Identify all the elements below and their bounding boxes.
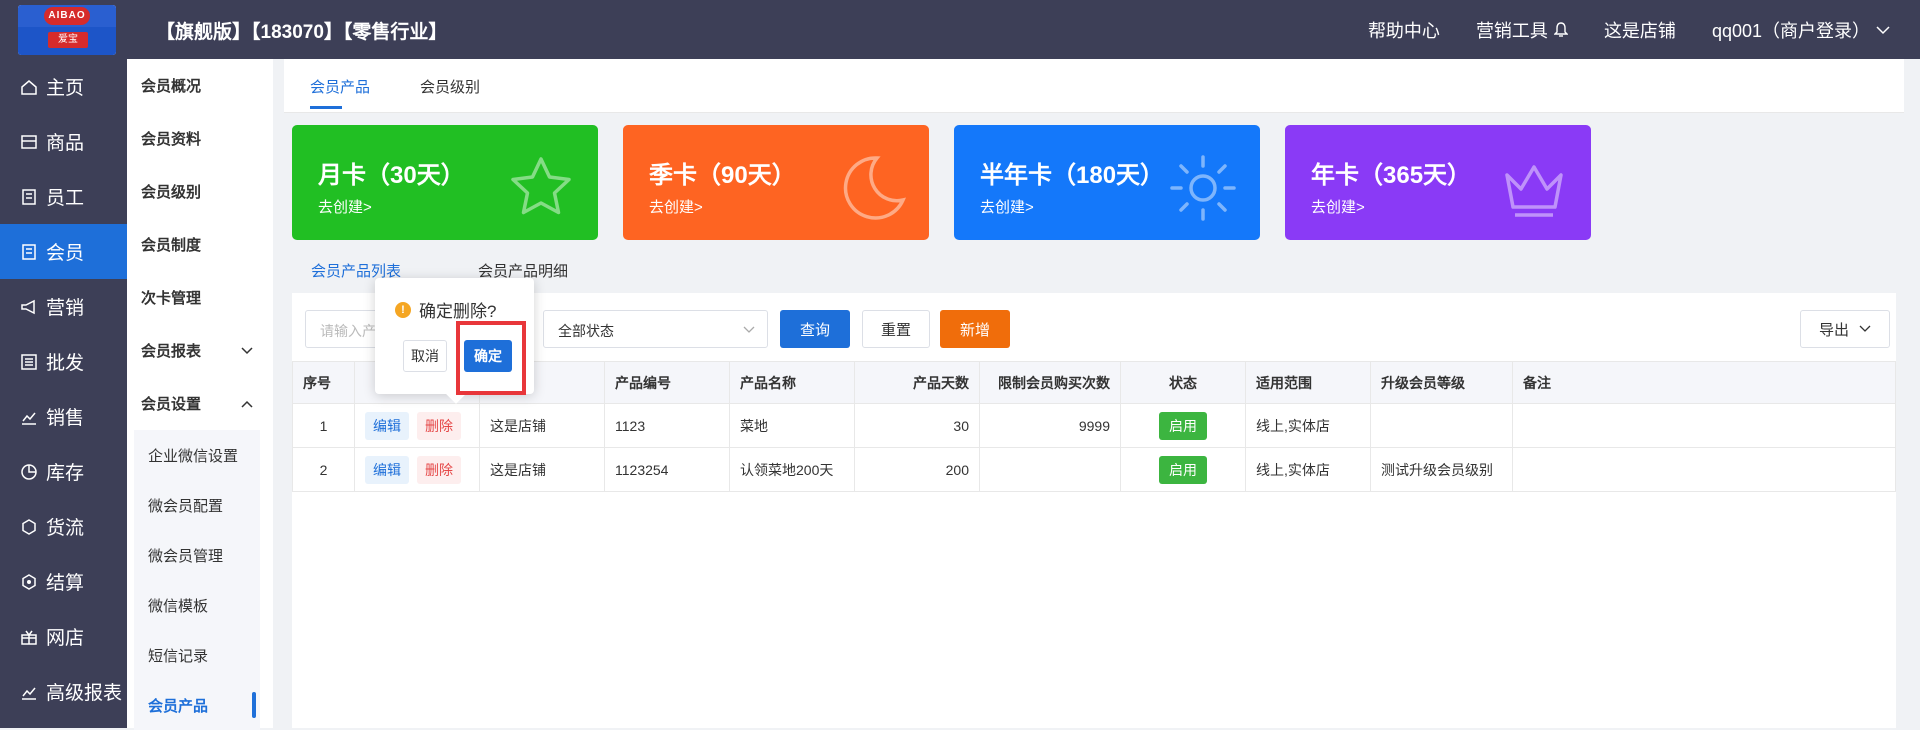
goods-icon (21, 134, 37, 149)
subnav-member-overview[interactable]: 会员概况 (127, 59, 273, 112)
sidebar-item-label: 网店 (46, 628, 85, 649)
table-row: 2 编辑 删除 这是店铺 1123254 认领菜地200天 200 启用 线上,实… (292, 447, 1896, 492)
tab-member-products[interactable]: 会员产品 (310, 76, 370, 97)
subnav-member-level[interactable]: 会员级别 (127, 165, 273, 218)
query-button[interactable]: 查询 (780, 310, 850, 348)
subnav-member-system[interactable]: 会员制度 (127, 218, 273, 271)
member-icon (22, 243, 36, 260)
sidebar-item-6[interactable]: 销售 (0, 389, 127, 444)
edit-button[interactable]: 编辑 (365, 455, 409, 484)
wholesale-icon (21, 353, 37, 370)
chevron-down-icon (1859, 325, 1871, 332)
sidebar-item-9[interactable]: 结算 (0, 554, 127, 609)
sidebar-item-label: 货流 (46, 518, 85, 539)
sun-icon (1170, 155, 1236, 221)
sidebar-item-label: 会员 (46, 243, 85, 264)
sidebar-item-8[interactable]: 货流 (0, 499, 127, 554)
sidebar-item-1[interactable]: 商品 (0, 114, 127, 169)
sidebar-item-11[interactable]: 高级报表 (0, 664, 127, 719)
sidebar-item-label: 高级报表 (46, 683, 123, 704)
sidebar-item-2[interactable]: 员工 (0, 169, 127, 224)
report-icon (22, 687, 36, 700)
staff-icon (22, 188, 36, 205)
sidebar-item-label: 员工 (46, 188, 85, 209)
tab-bar: 会员产品 会员级别 (284, 59, 1904, 113)
home-icon (21, 79, 37, 95)
delete-button[interactable]: 删除 (417, 455, 461, 484)
subnav-wechat-template[interactable]: 微信模板 (134, 580, 260, 630)
sidebar-item-label: 销售 (46, 408, 85, 429)
flow-icon (22, 518, 36, 535)
sidebar-item-label: 商品 (46, 133, 85, 154)
moon-icon (843, 156, 907, 220)
marketing-tools-link[interactable]: 营销工具 (1476, 17, 1568, 43)
stock-icon (21, 463, 37, 480)
delete-button[interactable]: 删除 (417, 411, 461, 440)
popconfirm-question: 确定删除? (419, 302, 497, 321)
card-quarterly[interactable]: 季卡（90天） 去创建> (623, 125, 929, 240)
subnav-member-settings[interactable]: 会员设置 (127, 377, 273, 430)
card-yearly[interactable]: 年卡（365天） 去创建> (1285, 125, 1591, 240)
active-tab-indicator (310, 106, 342, 109)
shop-title: 【旗舰版】【183070】【零售行业】 (156, 22, 448, 43)
sidebar-item-label: 批发 (46, 353, 85, 374)
sidebar-item-label: 营销 (46, 298, 85, 319)
sidebar-item-5[interactable]: 批发 (0, 334, 127, 389)
sidebar-item-7[interactable]: 库存 (0, 444, 127, 499)
chart-icon (22, 412, 36, 425)
status-badge: 启用 (1159, 455, 1207, 484)
subnav-punch-card[interactable]: 次卡管理 (127, 271, 273, 324)
sidebar-item-label: 主页 (46, 78, 85, 99)
table-row: 1 编辑 删除 这是店铺 1123 菜地 30 9999 启用 线上,实体店 (292, 403, 1896, 448)
sidebar-item-label: 库存 (46, 463, 85, 484)
card-monthly[interactable]: 月卡（30天） 去创建> (292, 125, 598, 240)
sidebar-item-0[interactable]: 主页 (0, 59, 127, 114)
subnav-micro-member-config[interactable]: 微会员配置 (134, 480, 260, 530)
add-button[interactable]: 新增 (940, 310, 1010, 348)
bell-icon[interactable] (1553, 22, 1568, 38)
aibao-logo[interactable]: AIBAO 爱宝 (18, 5, 116, 55)
subnav-member-products[interactable]: 会员产品 (134, 680, 260, 730)
chevron-down-icon (1876, 26, 1890, 35)
warning-icon: ! (395, 301, 411, 318)
edit-button[interactable]: 编辑 (365, 411, 409, 440)
megaphone-icon (21, 299, 35, 314)
sidebar-item-10[interactable]: 网店 (0, 609, 127, 664)
star-icon (511, 157, 571, 215)
main-sidebar: 主页商品员工会员营销批发销售库存货流结算网店高级报表 (0, 59, 127, 728)
settings-submenu: 企业微信设置 微会员配置 微会员管理 微信模板 短信记录 会员产品 (134, 430, 260, 730)
export-button[interactable]: 导出 (1800, 310, 1890, 348)
subnav-member-profile[interactable]: 会员资料 (127, 112, 273, 165)
subnav-wecom-settings[interactable]: 企业微信设置 (134, 430, 260, 480)
shop-name-link[interactable]: 这是店铺 (1604, 17, 1676, 43)
status-badge: 启用 (1159, 411, 1207, 440)
user-menu[interactable]: qq001（商户登录） (1712, 17, 1890, 43)
sidebar-item-3[interactable]: 会员 (0, 224, 127, 279)
reset-button[interactable]: 重置 (862, 310, 930, 348)
sidebar-item-label: 结算 (46, 573, 85, 594)
subnav-member-report[interactable]: 会员报表 (127, 324, 273, 377)
tab-member-levels[interactable]: 会员级别 (420, 76, 480, 97)
settle-icon (22, 573, 36, 590)
chevron-down-icon (241, 346, 253, 354)
help-center-link[interactable]: 帮助中心 (1368, 17, 1440, 43)
crown-icon (1505, 165, 1563, 217)
highlight-box (456, 321, 526, 395)
chevron-up-icon (241, 400, 253, 408)
sidebar-item-4[interactable]: 营销 (0, 279, 127, 334)
card-half-year[interactable]: 半年卡（180天） 去创建> (954, 125, 1260, 240)
gift-icon (21, 630, 37, 645)
status-select[interactable]: 全部状态 (543, 310, 768, 348)
subnav-sms-records[interactable]: 短信记录 (134, 630, 260, 680)
top-bar: AIBAO 爱宝 【旗舰版】【183070】【零售行业】 帮助中心 营销工具 这… (0, 0, 1920, 59)
subnav-micro-member-manage[interactable]: 微会员管理 (134, 530, 260, 580)
chevron-down-icon (743, 326, 755, 333)
cancel-button[interactable]: 取消 (403, 340, 447, 372)
sub-sidebar: 会员概况 会员资料 会员级别 会员制度 次卡管理 会员报表 会员设置 企业微信设… (127, 59, 273, 730)
